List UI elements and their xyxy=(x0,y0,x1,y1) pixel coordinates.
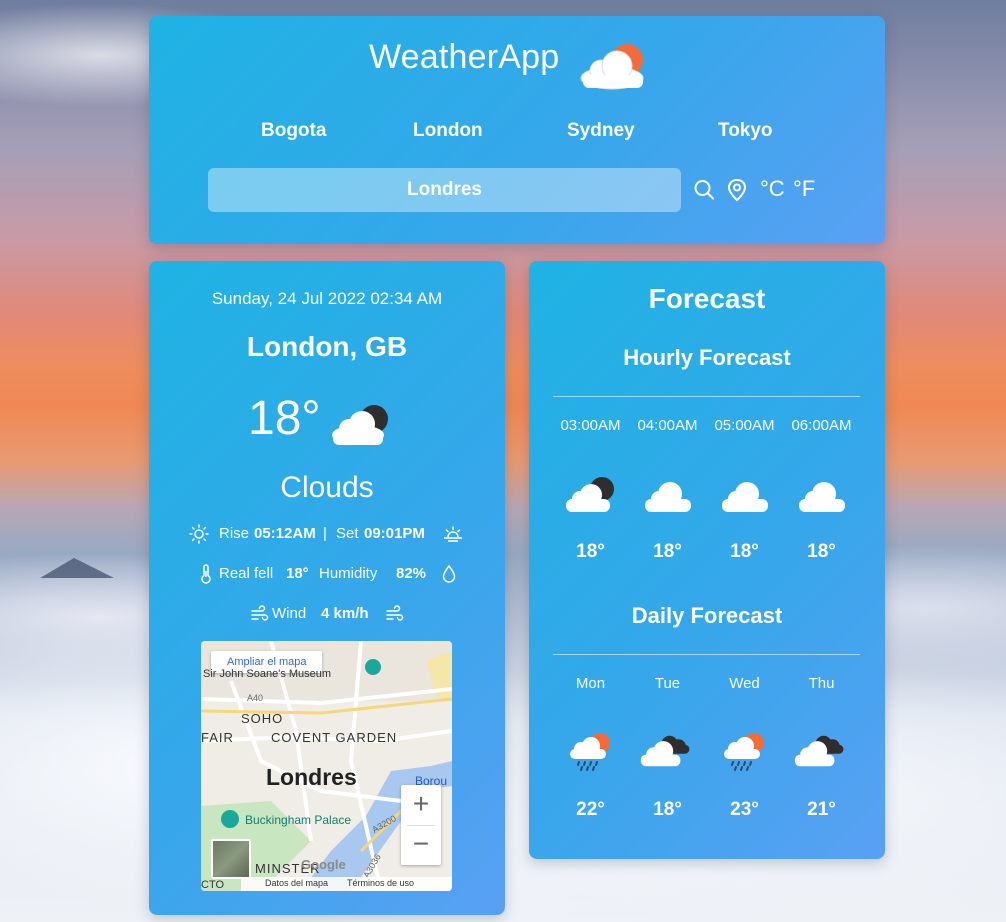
humidity-value: 82% xyxy=(396,565,427,582)
map-label-district: FAIR xyxy=(201,730,234,745)
city-button-tokyo[interactable]: Tokyo xyxy=(718,120,773,142)
sunrise-icon xyxy=(189,524,209,544)
map-label-palace: Buckingham Palace xyxy=(245,813,352,827)
search-icon[interactable] xyxy=(693,178,715,202)
hourly-forecast-title: Hourly Forecast xyxy=(623,345,791,370)
daily-temp: 21° xyxy=(807,799,836,820)
fahrenheit-button[interactable]: °F xyxy=(793,176,815,202)
humidity-label: Humidity xyxy=(319,565,378,582)
hourly-time: 04:00AM xyxy=(637,417,698,434)
city-button-bogota[interactable]: Bogota xyxy=(261,120,326,142)
map-label-city: Londres xyxy=(266,764,357,790)
current-weather-panel: Sunday, 24 Jul 2022 02:34 AM London, GB … xyxy=(149,261,505,915)
daily-day: Wed xyxy=(729,675,760,692)
daily-day: Thu xyxy=(808,675,835,692)
map-label-district: CTO xyxy=(201,879,225,891)
city-button-london[interactable]: London xyxy=(413,120,483,142)
sunset-time: 09:01PM xyxy=(364,525,425,542)
header-panel: WeatherApp Bogota London Sydney Tokyo °C… xyxy=(149,16,885,244)
zoom-in-button[interactable]: + xyxy=(401,785,441,825)
sun-cloud-icon xyxy=(580,44,644,90)
background-mountain xyxy=(40,558,114,578)
realfeel-label: Real fell xyxy=(219,565,274,582)
daily-day: Tue xyxy=(654,675,681,692)
hourly-temp: 18° xyxy=(576,541,605,562)
daily-forecast-title: Daily Forecast xyxy=(631,603,783,628)
moon-cloud-icon xyxy=(566,477,614,512)
search-input[interactable] xyxy=(208,168,681,212)
app-title: WeatherApp xyxy=(369,38,560,76)
cloud-icon xyxy=(799,482,845,512)
date-time: Sunday, 24 Jul 2022 02:34 AM xyxy=(211,289,443,308)
forecast-title: Forecast xyxy=(648,283,766,314)
daily-temp: 23° xyxy=(730,799,759,820)
location-pin-icon[interactable] xyxy=(726,178,748,202)
sunset-label: Set xyxy=(336,525,359,542)
celsius-button[interactable]: °C xyxy=(760,176,785,202)
map-label-museum: Sir John Soane's Museum xyxy=(203,668,332,680)
city-button-sydney[interactable]: Sydney xyxy=(567,120,635,142)
map-label-road: A40 xyxy=(247,693,264,703)
map-data-link[interactable]: Datos del mapa xyxy=(265,878,328,888)
current-temperature: 18° xyxy=(248,392,321,445)
location-name: London, GB xyxy=(246,331,408,362)
realfeel-value: 18° xyxy=(286,565,309,582)
daily-day: Mon xyxy=(575,675,606,692)
hourly-time: 06:00AM xyxy=(791,417,852,434)
droplet-icon xyxy=(442,564,456,583)
map-footer: Datos del mapa Términos de uso xyxy=(241,877,452,891)
sunrise-label: Rise xyxy=(219,525,250,542)
wind-icon xyxy=(251,605,269,621)
daily-temp: 22° xyxy=(576,799,605,820)
satellite-toggle[interactable] xyxy=(211,839,251,879)
daily-temp: 18° xyxy=(653,799,682,820)
wind-icon xyxy=(386,605,404,621)
location-map[interactable]: Ampliar el mapa Sir John Soane's Museum … xyxy=(201,641,452,891)
divider xyxy=(553,654,860,655)
map-terms-link[interactable]: Términos de uso xyxy=(347,878,414,888)
sun-rain-icon xyxy=(570,733,610,771)
separator: | xyxy=(323,525,327,542)
dark-clouds-icon xyxy=(640,735,690,767)
wind-value: 4 km/h xyxy=(321,605,369,622)
sun-times-row: Rise 05:12AM | Set 09:01PM xyxy=(149,523,505,545)
realfeel-humidity-row: Real fell 18° Humidity 82% xyxy=(149,563,505,585)
moon-cloud-icon xyxy=(332,405,388,445)
hourly-temp: 18° xyxy=(807,541,836,562)
weather-condition: Clouds xyxy=(280,471,374,504)
zoom-out-button[interactable]: − xyxy=(401,825,441,865)
wind-label: Wind xyxy=(272,605,307,622)
sunset-icon xyxy=(444,526,462,542)
cloud-icon xyxy=(645,482,691,512)
sunrise-time: 05:12AM xyxy=(254,525,316,542)
cloud-icon xyxy=(722,482,768,512)
wind-row: Wind 4 km/h xyxy=(149,603,505,625)
google-logo: Google xyxy=(301,857,346,872)
hourly-temp: 18° xyxy=(730,541,759,562)
map-label-soho: SOHO xyxy=(241,711,284,726)
hourly-time: 05:00AM xyxy=(714,417,775,434)
divider xyxy=(553,396,860,397)
forecast-panel: Forecast Hourly Forecast 03:00AM 04:00AM… xyxy=(529,261,885,859)
map-label-covent-garden: COVENT GARDEN xyxy=(271,730,398,745)
sun-rain-icon xyxy=(724,733,764,771)
hourly-temp: 18° xyxy=(653,541,682,562)
hourly-time: 03:00AM xyxy=(560,417,621,434)
dark-clouds-icon xyxy=(794,735,844,767)
zoom-controls: + − xyxy=(401,785,441,865)
thermometer-icon xyxy=(201,564,211,584)
